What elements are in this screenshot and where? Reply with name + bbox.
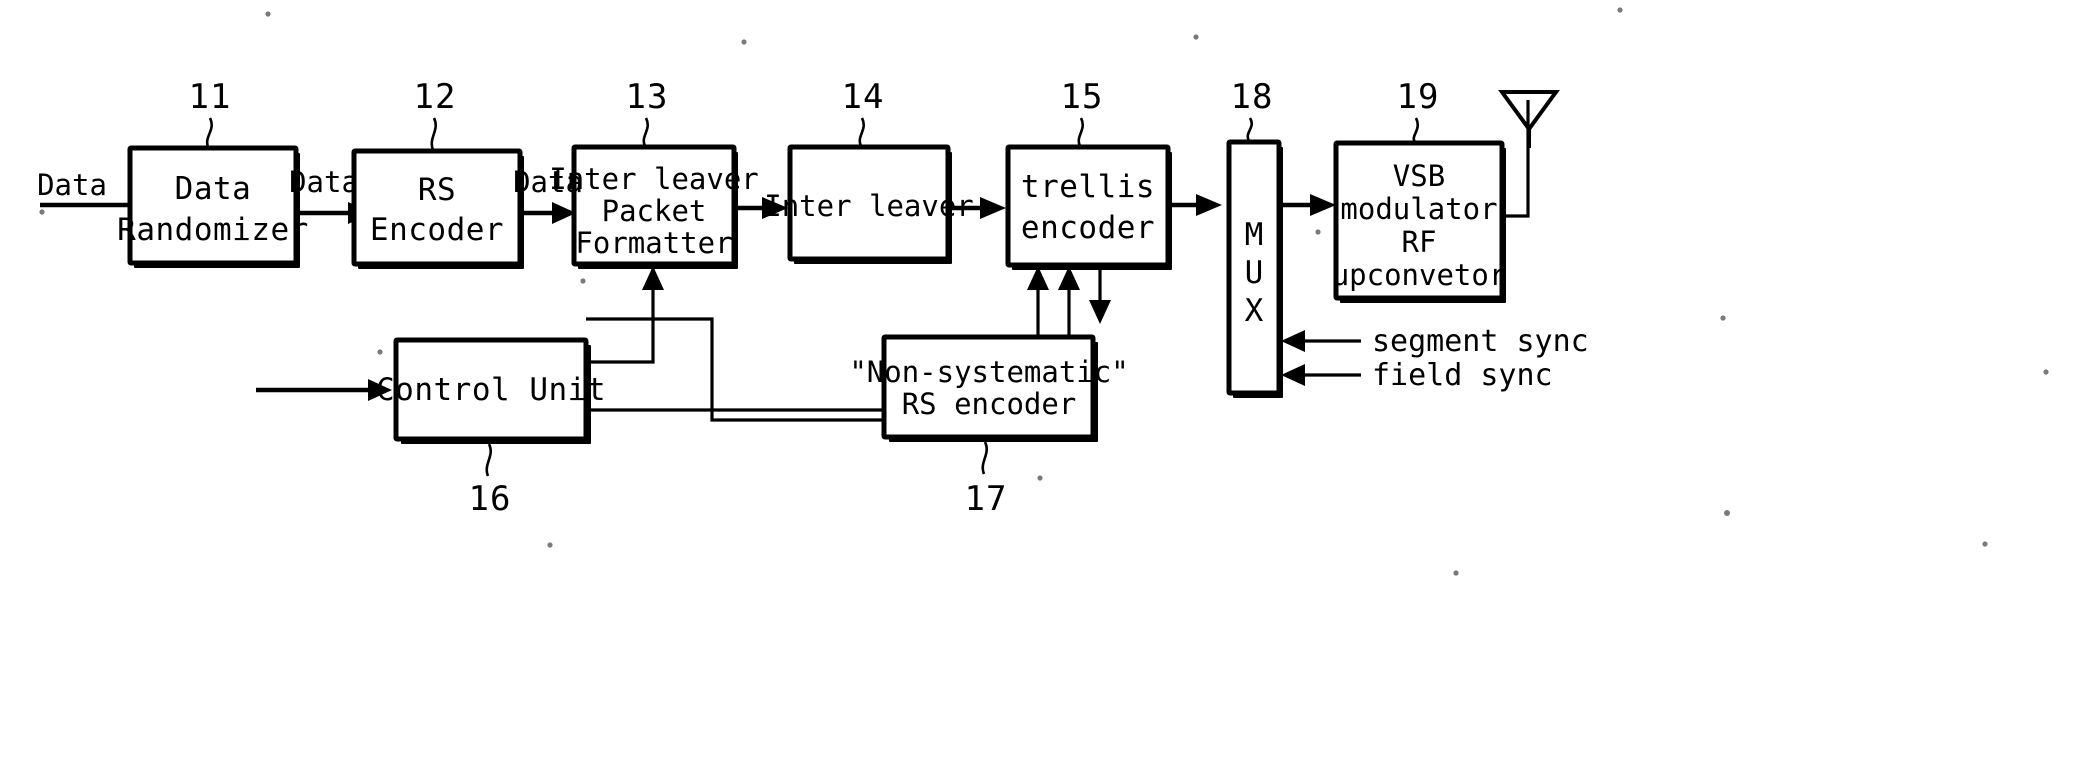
ref-number: 19 <box>1397 77 1440 117</box>
mux-letter: X <box>1245 293 1264 329</box>
block-label-line: Packet <box>602 194 707 228</box>
arrowhead-control-to-formatter <box>642 266 664 290</box>
ref-leader-16: 16 <box>469 443 512 519</box>
ref-leader-14: 14 <box>842 77 885 147</box>
mux-letter: U <box>1245 255 1264 291</box>
randomizer-out-data-label: Data <box>289 165 359 199</box>
ref-number: 14 <box>842 77 885 117</box>
block-diagram-svg: Data Randomizer 11 RS Encoder 12 Inter l… <box>37 7 2049 576</box>
block-label-line: modulator <box>1340 192 1497 226</box>
ref-leader-15: 15 <box>1061 77 1104 147</box>
arrowhead-field-sync <box>1281 364 1305 386</box>
ref-number: 16 <box>469 479 512 519</box>
input-data-label: Data <box>37 168 107 202</box>
arrowhead-mux-to-vsb <box>1310 194 1336 216</box>
block-trellis-encoder[interactable]: trellis encoder <box>1005 144 1172 270</box>
field-sync-label: field sync <box>1372 358 1553 393</box>
block-vsb-modulator[interactable]: VSB modulator RF upconvetor <box>1332 140 1507 303</box>
ref-number: 18 <box>1231 77 1274 117</box>
figure-canvas: Data Randomizer 11 RS Encoder 12 Inter l… <box>0 0 2089 770</box>
arrowhead-interleaver-to-trellis <box>980 197 1006 219</box>
ref-leader-19: 19 <box>1397 77 1440 143</box>
ref-number: 11 <box>189 77 232 117</box>
wire-vsb-to-antenna <box>1506 100 1530 218</box>
ref-leader-17: 17 <box>965 441 1008 519</box>
block-control-unit[interactable]: Control Unit <box>376 337 606 444</box>
block-label-line: trellis <box>1021 169 1155 205</box>
block-label-line: encoder <box>1021 210 1155 246</box>
rs-encoder-out-data-label: Data <box>513 165 583 199</box>
block-mux[interactable]: M U X <box>1226 139 1283 398</box>
ref-number: 13 <box>626 77 669 117</box>
scan-artifacts <box>39 7 2049 576</box>
block-label-line: RS encoder <box>902 387 1077 421</box>
arrowhead-segment-sync <box>1281 330 1305 352</box>
block-label-line: Formatter <box>575 226 732 260</box>
block-label-line: RS <box>418 172 456 208</box>
ref-leader-11: 11 <box>189 77 232 148</box>
ref-number: 15 <box>1061 77 1104 117</box>
block-non-systematic-rs-encoder[interactable]: "Non-systematic" RS encoder <box>849 334 1129 442</box>
ref-number: 12 <box>414 77 457 117</box>
wire-control-to-formatter <box>586 268 655 364</box>
block-label-line: upconvetor <box>1332 258 1507 292</box>
block-label-line: RF <box>1402 225 1437 259</box>
ref-number: 17 <box>965 479 1008 519</box>
block-label-line: Data <box>175 171 252 207</box>
block-interleaver[interactable]: Inter leaver <box>764 144 974 264</box>
block-label-line: Control Unit <box>376 372 606 408</box>
arrowhead-trellis-to-ns-rs <box>1089 300 1111 324</box>
arrowhead-trellis-to-mux <box>1196 194 1222 216</box>
block-label-line: "Non-systematic" <box>849 355 1128 389</box>
wire-control-to-ns-rs <box>586 337 891 412</box>
segment-sync-label: segment sync <box>1372 324 1589 359</box>
mux-letter: M <box>1245 217 1264 253</box>
block-label-line: Inter leaver <box>764 189 974 223</box>
ref-leader-18: 18 <box>1231 77 1274 142</box>
block-label-line: Encoder <box>370 212 504 248</box>
block-label-line: VSB <box>1393 159 1445 193</box>
ref-leader-13: 13 <box>626 77 669 147</box>
block-data-randomizer[interactable]: Data Randomizer <box>117 145 309 268</box>
ref-leader-12: 12 <box>414 77 457 151</box>
block-rs-encoder[interactable]: RS Encoder <box>351 148 524 269</box>
block-label-line: Randomizer <box>117 212 309 248</box>
